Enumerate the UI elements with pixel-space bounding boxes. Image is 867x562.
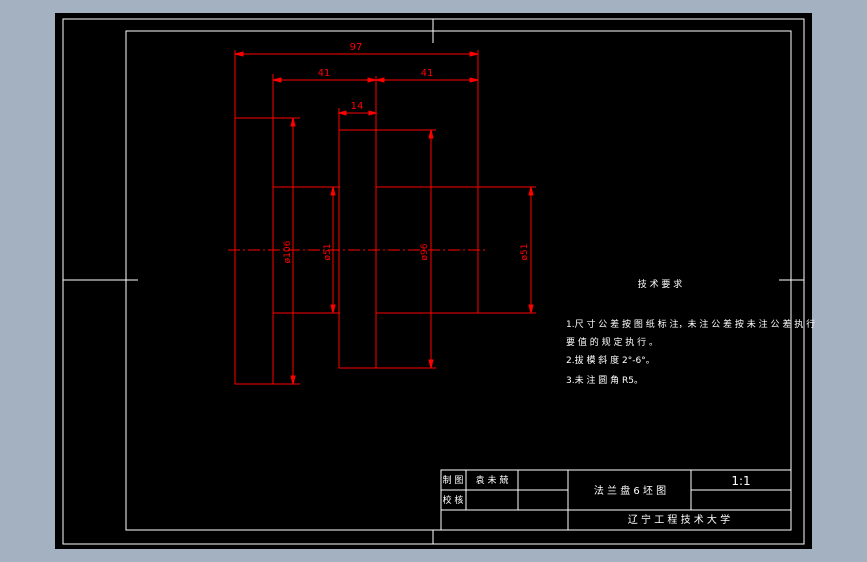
drawing-viewport[interactable] <box>55 13 812 549</box>
drawing-label: 制 图 <box>443 474 464 486</box>
dim-hub-width: 14 <box>351 101 364 112</box>
check-label: 校 核 <box>443 494 464 506</box>
cad-canvas[interactable]: 97 41 41 14 ø106 ø51 ø96 ø51 技 术 要 求 1.尺… <box>0 0 867 562</box>
drawer-name: 袁 未 兢 <box>476 474 509 486</box>
school-name: 辽 宁 工 程 技 术 大 学 <box>628 513 730 526</box>
dim-right-width: 41 <box>421 68 434 79</box>
tech-line-4: 3.未 注 圆 角 R5。 <box>566 374 643 386</box>
tech-line-2: 要 值 的 规 定 执 行 。 <box>566 336 658 348</box>
dim-dia-left-inner: ø51 <box>323 244 333 261</box>
dim-dia-hub: ø96 <box>420 243 430 260</box>
tech-line-1: 1.尺 寸 公 差 按 图 纸 标 注，未 注 公 差 按 未 注 公 差 执 … <box>566 318 815 330</box>
dim-overall-width: 97 <box>350 42 363 53</box>
part-name: 法 兰 盘 6 坯 图 <box>594 484 666 497</box>
tech-title: 技 术 要 求 <box>638 278 683 290</box>
dim-dia-right: ø51 <box>520 244 530 261</box>
dim-dia-left: ø106 <box>283 240 293 263</box>
scale-value: 1:1 <box>731 474 750 488</box>
tech-line-3: 2.拔 模 斜 度 2°-6°。 <box>566 354 655 366</box>
dim-left-width: 41 <box>318 68 331 79</box>
